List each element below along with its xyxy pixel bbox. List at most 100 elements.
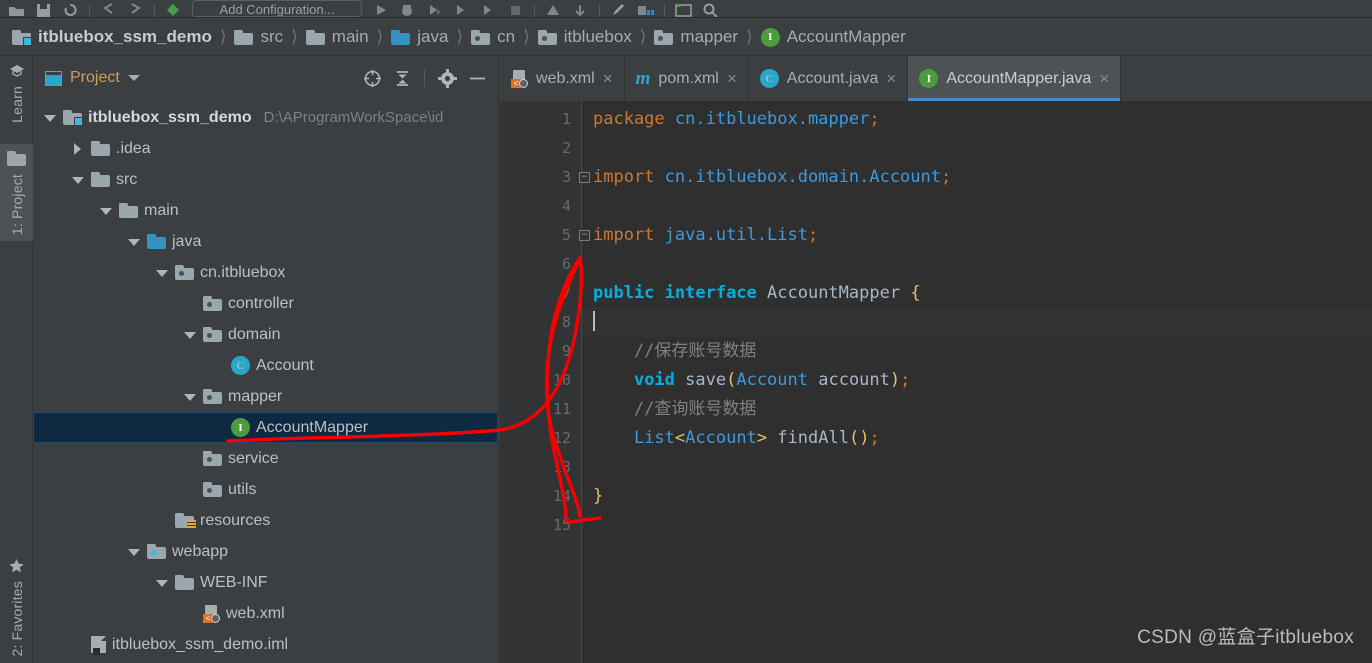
line-number[interactable]: 9 (500, 337, 581, 366)
code-line[interactable] (582, 511, 1372, 540)
line-number[interactable]: 1 (500, 105, 581, 134)
update-project-icon[interactable] (572, 0, 589, 17)
code-line[interactable] (582, 192, 1372, 221)
build-icon[interactable] (545, 0, 562, 17)
undo-icon[interactable] (100, 0, 117, 17)
code-content[interactable]: package cn.itbluebox.mapper; import cn.i… (582, 101, 1372, 663)
debug-icon[interactable] (399, 0, 416, 17)
tree-node[interactable]: main (33, 195, 498, 226)
rail-button-learn[interactable]: Learn (0, 56, 33, 129)
chevron-open-icon[interactable] (183, 390, 197, 404)
code-line[interactable]: List<Account> findAll(); (582, 424, 1372, 453)
rail-button-favorites[interactable]: 2: Favorites (0, 551, 33, 663)
editor-tab-AccountMapper.java[interactable]: I AccountMapper.java × (908, 56, 1122, 101)
tree-node-selected[interactable]: I AccountMapper (33, 412, 498, 443)
settings-gear-icon[interactable] (436, 67, 458, 89)
tree-node[interactable]: < web.xml (33, 598, 498, 629)
tree-node[interactable]: src (33, 164, 498, 195)
run-coverage-icon[interactable] (426, 0, 443, 17)
line-number-gutter[interactable]: 1 2 3−4 5−6 7 8 9 10 11 12 13 14 15 (500, 101, 590, 663)
code-line[interactable]: import cn.itbluebox.domain.Account; (582, 163, 1372, 192)
chevron-closed-icon[interactable] (71, 142, 85, 156)
line-number[interactable]: 10 (500, 366, 581, 395)
line-number[interactable]: 3− (500, 163, 590, 192)
breadcrumb-item-itbluebox_ssm_demo[interactable]: itbluebox_ssm_demo (10, 27, 214, 47)
app-grid-icon[interactable] (637, 0, 654, 17)
line-number[interactable]: 12 (500, 424, 581, 453)
tree-node[interactable]: C Account (33, 350, 498, 381)
line-number[interactable]: 14 (500, 482, 581, 511)
tree-node[interactable]: controller (33, 288, 498, 319)
editor-tab-Account.java[interactable]: C Account.java × (749, 56, 909, 101)
stop-icon[interactable] (507, 0, 524, 17)
run-configuration-selector[interactable]: Add Configuration... (192, 0, 362, 17)
code-editor[interactable]: 1 2 3−4 5−6 7 8 9 10 11 12 13 14 15 package cn.itblu… (500, 101, 1372, 663)
breadcrumb-item-mapper[interactable]: mapper (652, 27, 740, 47)
line-number[interactable]: 15 (500, 511, 581, 540)
tree-node[interactable]: service (33, 443, 498, 474)
locate-icon[interactable] (361, 67, 383, 89)
close-icon[interactable]: × (603, 70, 613, 87)
profile-icon[interactable] (453, 0, 470, 17)
code-line[interactable] (582, 134, 1372, 163)
editor-tab-web.xml[interactable]: < web.xml × (500, 56, 625, 101)
rerun-icon[interactable] (480, 0, 497, 17)
tree-node[interactable]: java (33, 226, 498, 257)
chevron-open-icon[interactable] (71, 173, 85, 187)
close-icon[interactable]: × (727, 70, 737, 87)
window-icon[interactable] (675, 0, 692, 17)
chevron-down-icon[interactable] (127, 75, 140, 81)
hide-icon[interactable] (466, 67, 488, 89)
line-number[interactable]: 4 (500, 192, 581, 221)
close-icon[interactable]: × (1099, 70, 1109, 87)
sync-icon[interactable] (62, 0, 79, 17)
line-number[interactable]: 8 (500, 308, 581, 337)
chevron-open-icon[interactable] (99, 204, 113, 218)
line-number[interactable]: 2 (500, 134, 581, 163)
breadcrumb-item-java[interactable]: java (389, 27, 450, 47)
chevron-open-icon[interactable] (155, 266, 169, 280)
tree-node[interactable]: mapper (33, 381, 498, 412)
edit-icon[interactable] (610, 0, 627, 17)
code-line[interactable] (582, 250, 1372, 279)
breadcrumb-item-itbluebox[interactable]: itbluebox (536, 27, 634, 47)
chevron-open-icon[interactable] (155, 576, 169, 590)
tree-node[interactable]: utils (33, 474, 498, 505)
chevron-open-icon[interactable] (43, 111, 57, 125)
code-line[interactable]: } (582, 482, 1372, 511)
breadcrumb-item-cn[interactable]: cn (469, 27, 517, 47)
line-number[interactable]: 7 (500, 279, 581, 308)
code-line[interactable]: package cn.itbluebox.mapper; (582, 105, 1372, 134)
tree-node[interactable]: webapp (33, 536, 498, 567)
open-folder-icon[interactable] (8, 0, 25, 17)
code-line[interactable]: //查询账号数据 (582, 395, 1372, 424)
close-icon[interactable]: × (886, 70, 896, 87)
tree-node[interactable]: resources (33, 505, 498, 536)
redo-icon[interactable] (127, 0, 144, 17)
code-line[interactable]: public interface AccountMapper { (582, 279, 1372, 308)
line-number[interactable]: 6 (500, 250, 581, 279)
breadcrumb-item-main[interactable]: main (304, 27, 371, 47)
code-line[interactable]: import java.util.List; (582, 221, 1372, 250)
tree-node[interactable]: domain (33, 319, 498, 350)
tree-node[interactable]: itbluebox_ssm_demo.iml (33, 629, 498, 660)
vcs-icon[interactable] (165, 0, 182, 17)
collapse-all-icon[interactable] (391, 67, 413, 89)
breadcrumb-item-src[interactable]: src (232, 27, 285, 47)
run-icon[interactable] (372, 0, 389, 17)
save-all-icon[interactable] (35, 0, 52, 17)
tree-node[interactable]: .idea (33, 133, 498, 164)
code-line[interactable]: //保存账号数据 (582, 337, 1372, 366)
line-number[interactable]: 11 (500, 395, 581, 424)
line-number[interactable]: 13 (500, 453, 581, 482)
tree-node[interactable]: WEB-INF (33, 567, 498, 598)
chevron-open-icon[interactable] (127, 235, 141, 249)
chevron-open-icon[interactable] (183, 328, 197, 342)
line-number[interactable]: 5− (500, 221, 590, 250)
breadcrumb-item-AccountMapper[interactable]: I AccountMapper (759, 27, 908, 47)
chevron-open-icon[interactable] (127, 545, 141, 559)
editor-tab-pom.xml[interactable]: m pom.xml × (625, 56, 749, 101)
rail-button-project[interactable]: 1: Project (0, 144, 33, 242)
tree-node[interactable]: cn.itbluebox (33, 257, 498, 288)
tree-node[interactable]: itbluebox_ssm_demo D:\AProgramWorkSpace\i… (33, 102, 498, 133)
